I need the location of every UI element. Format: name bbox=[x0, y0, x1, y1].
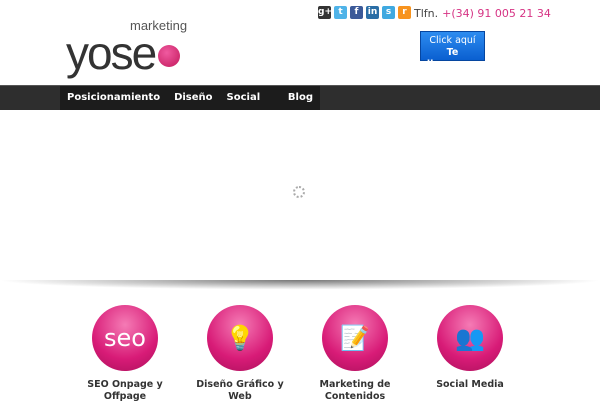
linkedin-icon[interactable]: in bbox=[366, 6, 379, 19]
nav-social-media[interactable]: Social Media bbox=[220, 86, 281, 127]
slider-shadow bbox=[0, 280, 600, 296]
google-plus-icon[interactable]: g+ bbox=[318, 6, 332, 19]
nav-diseno[interactable]: Diseño bbox=[167, 86, 219, 110]
feature-seo[interactable]: seo SEO Onpage y Offpage bbox=[70, 305, 180, 403]
feature-diseno[interactable]: 💡 Diseño Gráfico y Web bbox=[185, 305, 295, 403]
phone: Tlfn. +(34) 91 005 21 34 bbox=[414, 7, 551, 20]
phone-number[interactable]: +(34) 91 005 21 34 bbox=[442, 7, 551, 20]
callback-line1: Click aquí bbox=[429, 35, 476, 46]
callback-button[interactable]: Click aquí Te llamamos bbox=[420, 31, 485, 70]
nav-blog[interactable]: Blog bbox=[281, 86, 320, 110]
logo[interactable]: marketing yose bbox=[66, 18, 196, 79]
people-network-icon[interactable]: 👥 bbox=[437, 305, 503, 371]
logo-text: yose bbox=[66, 27, 157, 79]
facebook-icon[interactable]: f bbox=[350, 6, 363, 19]
feature-title[interactable]: Diseño Gráfico y Web bbox=[185, 379, 295, 403]
social-links: g+ t f in s r bbox=[318, 6, 411, 19]
lightbulb-icon[interactable]: 💡 bbox=[207, 305, 273, 371]
rss-icon[interactable]: r bbox=[398, 6, 411, 19]
phone-label: Tlfn. bbox=[414, 7, 439, 20]
callback-line2: Te llamamos bbox=[426, 47, 479, 70]
feature-title[interactable]: SEO Onpage y Offpage bbox=[70, 379, 180, 403]
document-pen-icon[interactable]: 📝 bbox=[322, 305, 388, 371]
feature-marketing[interactable]: 📝 Marketing de Contenidos bbox=[300, 305, 410, 403]
feature-social[interactable]: 👥 Social Media bbox=[415, 305, 525, 391]
logo-mouse-icon bbox=[158, 45, 180, 67]
seo-icon[interactable]: seo bbox=[92, 305, 158, 371]
nav-posicionamiento-web[interactable]: Posicionamiento Web bbox=[60, 86, 167, 127]
skype-icon[interactable]: s bbox=[382, 6, 395, 19]
loading-spinner-icon bbox=[293, 186, 305, 198]
feature-title[interactable]: Marketing de Contenidos bbox=[300, 379, 410, 403]
main-nav: Posicionamiento Web Diseño Social Media … bbox=[0, 85, 600, 127]
feature-title[interactable]: Social Media bbox=[415, 379, 525, 391]
twitter-icon[interactable]: t bbox=[334, 6, 347, 19]
